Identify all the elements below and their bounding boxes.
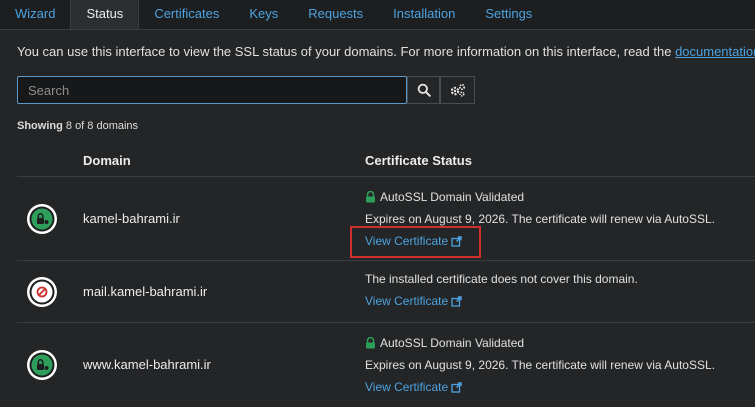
certificate-status: AutoSSL Domain Validated Expires on Augu… bbox=[365, 332, 715, 398]
showing-label: Showing bbox=[17, 120, 63, 132]
invalid-status-icon bbox=[27, 277, 57, 307]
documentation-link[interactable]: documentation bbox=[675, 44, 755, 59]
valid-lock-status-icon bbox=[27, 350, 57, 380]
gears-icon bbox=[450, 83, 465, 97]
tab-requests[interactable]: Requests bbox=[293, 0, 378, 29]
certificate-title: AutoSSL Domain Validated bbox=[380, 190, 525, 204]
domain-name: kamel-bahrami.ir bbox=[83, 211, 180, 226]
intro-text: You can use this interface to view the S… bbox=[17, 44, 755, 59]
showing-text: 8 of 8 domains bbox=[65, 120, 139, 132]
search-button[interactable] bbox=[407, 76, 440, 104]
external-link-icon bbox=[451, 295, 462, 307]
tab-status[interactable]: Status bbox=[70, 0, 140, 29]
tab-bar: Wizard Status Certificates Keys Requests… bbox=[0, 0, 755, 30]
certificate-status: The installed certificate does not cover… bbox=[365, 268, 638, 312]
highlight-box bbox=[350, 226, 481, 258]
domain-name: www.kamel-bahrami.ir bbox=[83, 357, 211, 372]
certificate-title: AutoSSL Domain Validated bbox=[380, 336, 525, 350]
search-input[interactable] bbox=[18, 77, 406, 103]
table-row: www.kamel-bahrami.ir AutoSSL Domain Vali… bbox=[17, 323, 755, 407]
showing-count: Showing 8 of 8 domains bbox=[17, 120, 138, 132]
lock-icon bbox=[366, 191, 375, 203]
search-icon bbox=[417, 83, 431, 97]
domain-name: mail.kamel-bahrami.ir bbox=[83, 284, 208, 299]
view-certificate-link[interactable]: View Certificate bbox=[365, 291, 462, 311]
tab-installation[interactable]: Installation bbox=[378, 0, 470, 29]
column-header-domain[interactable]: Domain bbox=[83, 153, 131, 168]
column-header-certificate-status[interactable]: Certificate Status bbox=[365, 153, 472, 168]
tab-settings[interactable]: Settings bbox=[470, 0, 547, 29]
tab-wizard[interactable]: Wizard bbox=[0, 0, 70, 29]
tab-keys[interactable]: Keys bbox=[234, 0, 293, 29]
search-box bbox=[17, 76, 407, 104]
lock-icon bbox=[366, 337, 375, 349]
external-link-icon bbox=[451, 381, 462, 393]
view-certificate-link[interactable]: View Certificate bbox=[365, 377, 462, 397]
table-row: mail.kamel-bahrami.ir The installed cert… bbox=[17, 261, 755, 323]
intro-body: You can use this interface to view the S… bbox=[17, 44, 676, 59]
tab-certificates[interactable]: Certificates bbox=[139, 0, 234, 29]
view-certificate-label: View Certificate bbox=[365, 380, 449, 394]
certificate-detail: The installed certificate does not cover… bbox=[365, 272, 638, 286]
valid-lock-status-icon bbox=[27, 204, 57, 234]
certificate-detail: Expires on August 9, 2026. The certifica… bbox=[365, 358, 715, 372]
view-certificate-label: View Certificate bbox=[365, 294, 449, 308]
search-settings-button[interactable] bbox=[440, 76, 475, 104]
